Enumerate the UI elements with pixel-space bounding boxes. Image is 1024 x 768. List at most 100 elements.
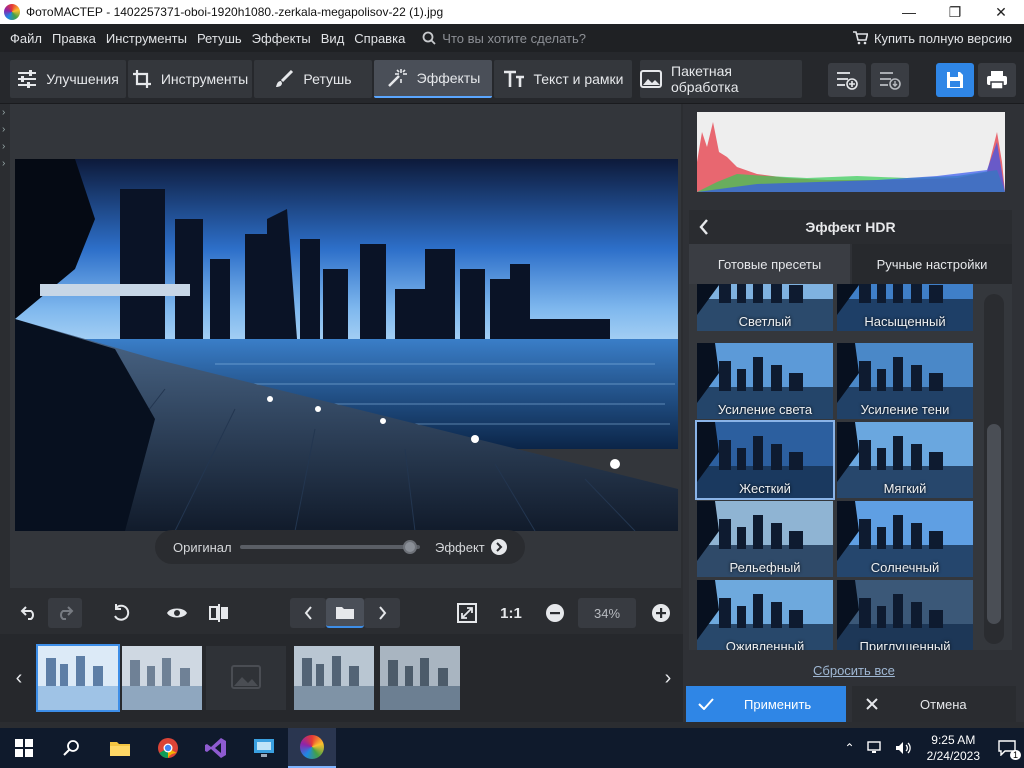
menu-effects[interactable]: Эффекты xyxy=(247,31,316,46)
title-bar: ФотоМАСТЕР - 1402257371-oboi-1920h1080.-… xyxy=(0,0,1024,24)
filmstrip-prev-button[interactable]: ‹ xyxy=(4,658,34,698)
preset-tile[interactable]: Усиление тени xyxy=(837,343,973,419)
file-explorer-taskbar-icon[interactable] xyxy=(96,728,144,768)
cancel-button[interactable]: Отмена xyxy=(852,686,1016,722)
tab-label: Ретушь xyxy=(303,71,352,87)
before-after-slider[interactable]: Оригинал Эффект xyxy=(155,530,525,564)
menu-file[interactable]: Файл xyxy=(0,31,47,46)
search-box[interactable]: Что вы хотите сделать? xyxy=(422,31,586,46)
app-logo-icon xyxy=(4,4,20,20)
menu-help[interactable]: Справка xyxy=(349,31,410,46)
crop-icon xyxy=(132,69,152,89)
image-icon xyxy=(640,70,662,88)
preset-label: Светлый xyxy=(738,314,792,329)
compare-button[interactable] xyxy=(202,598,236,628)
filmstrip-thumbnail[interactable] xyxy=(294,646,374,710)
visual-studio-taskbar-icon[interactable] xyxy=(192,728,240,768)
filmstrip-placeholder[interactable] xyxy=(206,646,286,710)
tab-batch-processing[interactable]: Пакетная обработка xyxy=(640,60,802,98)
preset-tile[interactable]: Оживленный xyxy=(697,580,833,650)
preset-label: Солнечный xyxy=(870,560,940,575)
preset-label: Приглушенный xyxy=(859,639,951,650)
close-button[interactable]: ✕ xyxy=(978,0,1024,24)
slider-track[interactable] xyxy=(240,545,420,549)
menu-retouch[interactable]: Ретушь xyxy=(192,31,247,46)
download-preset-button[interactable] xyxy=(871,63,909,97)
actual-size-button[interactable]: 1:1 xyxy=(494,598,528,628)
buy-full-version-link[interactable]: Купить полную версию xyxy=(852,31,1012,46)
chrome-taskbar-icon[interactable] xyxy=(144,728,192,768)
filmstrip-thumbnail[interactable] xyxy=(36,644,120,712)
minus-circle-icon xyxy=(546,604,564,622)
start-button[interactable] xyxy=(0,728,48,768)
prev-image-button[interactable] xyxy=(290,598,326,628)
chrome-icon xyxy=(158,738,178,759)
zoom-level[interactable]: 34% xyxy=(578,598,636,628)
panel-title: Эффект HDR xyxy=(805,219,896,235)
reset-all-link[interactable]: Сбросить все xyxy=(813,663,895,678)
tab-label: Текст и рамки xyxy=(533,71,624,87)
chevron-up-icon[interactable]: ⌃ xyxy=(845,741,855,755)
preset-tile[interactable]: Солнечный xyxy=(837,501,973,577)
redo-button[interactable] xyxy=(48,598,82,628)
undo-button[interactable] xyxy=(12,598,46,628)
maximize-button[interactable]: ❐ xyxy=(932,0,978,24)
close-icon xyxy=(866,698,878,710)
save-button[interactable] xyxy=(936,63,974,97)
taskbar-search-button[interactable] xyxy=(48,728,96,768)
menu-view[interactable]: Вид xyxy=(316,31,350,46)
main-toolbar: Улучшения Инструменты Ретушь Эффекты Тек… xyxy=(0,52,1024,104)
tab-tools[interactable]: Инструменты xyxy=(128,60,252,98)
search-icon xyxy=(63,740,79,756)
preset-tile[interactable]: Насыщенный xyxy=(837,284,973,331)
network-icon[interactable] xyxy=(866,741,883,755)
filmstrip-next-button[interactable]: › xyxy=(653,658,683,698)
preset-scrollbar[interactable] xyxy=(984,294,1004,644)
preset-tile[interactable]: Жесткий xyxy=(695,420,835,500)
control-panel-taskbar-icon[interactable] xyxy=(240,728,288,768)
zoom-in-button[interactable] xyxy=(644,598,678,628)
tab-effects[interactable]: Эффекты xyxy=(374,60,492,98)
menu-tools[interactable]: Инструменты xyxy=(101,31,192,46)
minimize-button[interactable]: — xyxy=(886,0,932,24)
notifications-button[interactable]: 1 xyxy=(990,728,1024,768)
tab-retouch[interactable]: Ретушь xyxy=(254,60,372,98)
chevron-right-icon: › xyxy=(2,124,6,135)
next-arrow-button[interactable] xyxy=(491,539,507,555)
menu-edit[interactable]: Правка xyxy=(47,31,101,46)
date: 2/24/2023 xyxy=(926,749,980,763)
text-icon xyxy=(503,70,525,88)
slider-knob[interactable] xyxy=(403,540,417,554)
zoom-out-button[interactable] xyxy=(538,598,572,628)
scrollbar-thumb[interactable] xyxy=(987,424,1001,624)
tab-enhancements[interactable]: Улучшения xyxy=(10,60,126,98)
preview-button[interactable] xyxy=(160,598,194,628)
photo-preview[interactable] xyxy=(15,159,678,531)
tab-text-frames[interactable]: Текст и рамки xyxy=(494,60,632,98)
left-collapse-strip[interactable]: › › › › xyxy=(0,104,10,634)
undo-icon xyxy=(20,606,34,620)
rotate-button[interactable] xyxy=(104,598,138,628)
filmstrip-thumbnail[interactable] xyxy=(380,646,460,710)
tab-ready-presets[interactable]: Готовые пресеты xyxy=(689,244,850,284)
fit-screen-button[interactable] xyxy=(450,598,484,628)
preset-tile[interactable]: Мягкий xyxy=(837,422,973,498)
windows-taskbar: ⌃ 9:25 AM 2/24/2023 1 xyxy=(0,728,1024,768)
open-folder-button[interactable] xyxy=(326,598,364,628)
preset-tile[interactable]: Светлый xyxy=(697,284,833,331)
add-preset-button[interactable] xyxy=(828,63,866,97)
clock[interactable]: 9:25 AM 2/24/2023 xyxy=(927,732,980,764)
back-button[interactable] xyxy=(699,219,709,238)
preset-tile[interactable]: Рельефный xyxy=(697,501,833,577)
volume-icon[interactable] xyxy=(895,741,911,755)
next-image-button[interactable] xyxy=(364,598,400,628)
apply-button[interactable]: Применить xyxy=(686,686,846,722)
preset-tile[interactable]: Приглушенный xyxy=(837,580,973,650)
buy-label: Купить полную версию xyxy=(873,30,1012,46)
preset-tile[interactable]: Усиление света xyxy=(697,343,833,419)
tab-manual-settings[interactable]: Ручные настройки xyxy=(852,244,1012,284)
filmstrip-thumbnail[interactable] xyxy=(122,646,202,710)
print-button[interactable] xyxy=(978,63,1016,97)
sliders-add-icon xyxy=(837,72,858,90)
fotomaster-taskbar-icon[interactable] xyxy=(288,728,336,768)
